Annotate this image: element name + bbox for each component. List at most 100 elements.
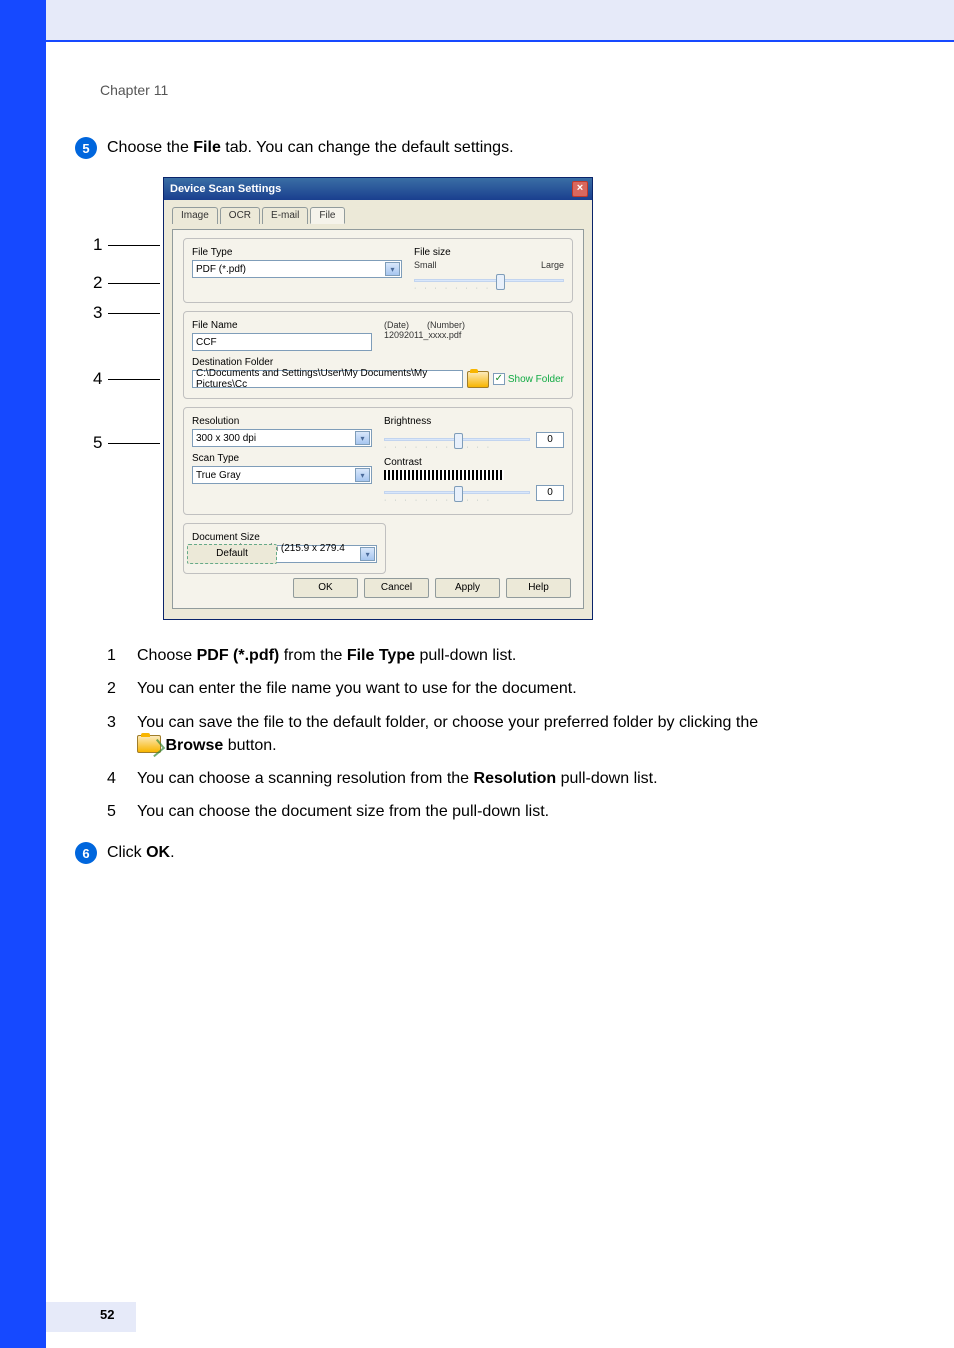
- callout-2: 2: [93, 273, 102, 293]
- t: .: [170, 844, 174, 861]
- dialog-screenshot: 1 2 3 4 5 Device Scan Settings × Image O…: [163, 177, 914, 620]
- t: You can choose the document size from th…: [137, 800, 549, 823]
- file-size-large: Large: [541, 260, 564, 270]
- scan-type-value: True Gray: [196, 470, 241, 481]
- device-scan-settings-dialog: Device Scan Settings × Image OCR E-mail …: [163, 177, 593, 620]
- resolution-value: 300 x 300 dpi: [196, 433, 256, 444]
- callout-line: [108, 313, 160, 314]
- file-size-slider[interactable]: [414, 279, 564, 282]
- help-button[interactable]: Help: [506, 578, 571, 598]
- item-number: 2: [107, 677, 121, 700]
- top-header-band: [46, 0, 954, 42]
- step-badge-5: 5: [75, 137, 97, 159]
- dialog-titlebar: Device Scan Settings ×: [164, 178, 592, 200]
- t: You can save the file to the default fol…: [137, 714, 758, 731]
- callout-line: [108, 379, 160, 380]
- group-file-type: File Type PDF (*.pdf) ▾ File size: [183, 238, 573, 303]
- brightness-label: Brightness: [384, 416, 564, 427]
- file-type-label: File Type: [192, 247, 402, 258]
- tab-panel-file: File Type PDF (*.pdf) ▾ File size: [172, 229, 584, 609]
- browse-folder-icon: [137, 735, 161, 753]
- scan-type-select[interactable]: True Gray ▾: [192, 466, 372, 484]
- callout-line: [108, 283, 160, 284]
- t: Choose: [137, 647, 197, 664]
- t: from the: [279, 647, 347, 664]
- item-number: 4: [107, 767, 121, 790]
- file-size-small: Small: [414, 260, 437, 270]
- default-button[interactable]: Default: [187, 544, 277, 564]
- callout-column: 1 2 3 4 5: [93, 177, 163, 620]
- slider-thumb[interactable]: [454, 433, 463, 449]
- slider-thumb[interactable]: [454, 486, 463, 502]
- t-bold: File: [193, 139, 221, 156]
- callout-line: [108, 443, 160, 444]
- file-name-label: File Name: [192, 320, 372, 331]
- destination-folder-label: Destination Folder: [192, 357, 564, 368]
- callout-5: 5: [93, 433, 102, 453]
- tab-image[interactable]: Image: [172, 207, 218, 224]
- brightness-value[interactable]: 0: [536, 432, 564, 448]
- file-name-input[interactable]: CCF: [192, 333, 372, 351]
- item-number: 1: [107, 644, 121, 667]
- file-name-value: CCF: [196, 337, 217, 348]
- t-bold: OK: [146, 844, 170, 861]
- contrast-pattern-icon: [384, 470, 504, 480]
- checkbox-icon: ✓: [493, 373, 505, 385]
- step-badge-6: 6: [75, 842, 97, 864]
- contrast-value[interactable]: 0: [536, 485, 564, 501]
- ok-button[interactable]: OK: [293, 578, 358, 598]
- show-folder-label: Show Folder: [508, 374, 564, 385]
- file-name-date-label: (Date): [384, 320, 409, 330]
- file-name-pattern: 12092011_xxxx.pdf: [384, 330, 461, 340]
- list-item: 5 You can choose the document size from …: [107, 800, 914, 823]
- cancel-button[interactable]: Cancel: [364, 578, 429, 598]
- t: You can enter the file name you want to …: [137, 677, 577, 700]
- browse-folder-icon[interactable]: [467, 371, 489, 388]
- chevron-down-icon: ▾: [355, 431, 370, 445]
- apply-button[interactable]: Apply: [435, 578, 500, 598]
- group-resolution: Resolution 300 x 300 dpi ▾ Scan Type Tru…: [183, 407, 573, 515]
- resolution-select[interactable]: 300 x 300 dpi ▾: [192, 429, 372, 447]
- destination-folder-value: C:\Documents and Settings\User\My Docume…: [196, 368, 459, 390]
- item-number: 5: [107, 800, 121, 823]
- t-bold: Browse: [165, 737, 223, 754]
- chapter-label: Chapter 11: [100, 82, 168, 98]
- document-size-label: Document Size: [192, 532, 377, 543]
- t: Choose the: [107, 139, 193, 156]
- file-type-select[interactable]: PDF (*.pdf) ▾: [192, 260, 402, 278]
- callout-4: 4: [93, 369, 102, 389]
- left-accent-bar: [0, 0, 46, 1348]
- tab-ocr[interactable]: OCR: [220, 207, 260, 224]
- slider-ticks: · · · · · · · · ·: [414, 285, 564, 292]
- contrast-label: Contrast: [384, 457, 564, 468]
- show-folder-checkbox[interactable]: ✓ Show Folder: [493, 373, 564, 385]
- file-size-label: File size: [414, 247, 564, 258]
- step-5: 5 Choose the File tab. You can change th…: [75, 136, 914, 159]
- tab-strip: Image OCR E-mail File: [172, 206, 584, 223]
- step-6-text: Click OK.: [107, 841, 175, 864]
- step-5-text: Choose the File tab. You can change the …: [107, 136, 514, 159]
- t: pull-down list.: [556, 770, 657, 787]
- t-bold: File Type: [347, 647, 415, 664]
- chevron-down-icon: ▾: [355, 468, 370, 482]
- step-6: 6 Click OK.: [75, 841, 914, 864]
- list-item: 1 Choose PDF (*.pdf) from the File Type …: [107, 644, 914, 667]
- page-number-background: [46, 1302, 136, 1332]
- file-name-number-label: (Number): [427, 320, 465, 330]
- dialog-title: Device Scan Settings: [170, 183, 281, 195]
- close-icon[interactable]: ×: [572, 181, 588, 197]
- resolution-label: Resolution: [192, 416, 372, 427]
- tab-file[interactable]: File: [310, 207, 344, 224]
- contrast-slider[interactable]: [384, 491, 530, 494]
- t: Click: [107, 844, 146, 861]
- tab-email[interactable]: E-mail: [262, 207, 308, 224]
- file-type-value: PDF (*.pdf): [196, 264, 246, 275]
- callout-1: 1: [93, 235, 102, 255]
- item-number: 3: [107, 711, 121, 757]
- chevron-down-icon: ▾: [360, 547, 374, 561]
- destination-folder-input[interactable]: C:\Documents and Settings\User\My Docume…: [192, 370, 463, 388]
- brightness-slider[interactable]: [384, 438, 530, 441]
- list-item: 2 You can enter the file name you want t…: [107, 677, 914, 700]
- slider-thumb[interactable]: [496, 274, 505, 290]
- callout-3: 3: [93, 303, 102, 323]
